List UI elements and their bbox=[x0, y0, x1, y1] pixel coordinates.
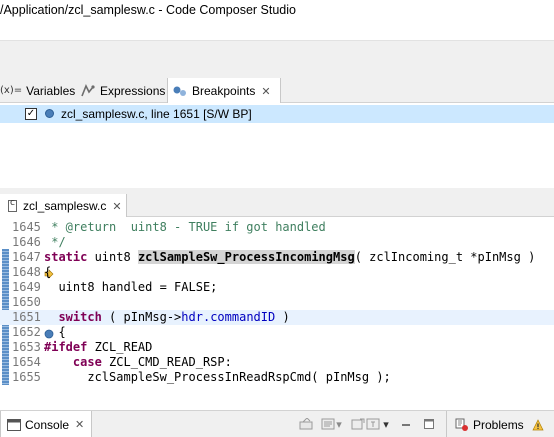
code-text: static uint8 zclSampleSw_ProcessIncoming… bbox=[44, 250, 535, 265]
keyword: #ifdef bbox=[44, 340, 88, 354]
code-line: 1655 zclSampleSw_ProcessInReadRspCmd( pI… bbox=[0, 370, 554, 385]
code-fragment: ZCL_CMD_READ_RSP: bbox=[101, 355, 232, 369]
line-number: 1645 bbox=[12, 220, 41, 234]
close-icon[interactable]: ✕ bbox=[112, 200, 121, 213]
code-text: uint8 handled = FALSE; bbox=[44, 280, 218, 294]
tab-problems[interactable]: Problems bbox=[446, 411, 554, 437]
line-number: 1648 bbox=[12, 265, 41, 279]
code-fragment: ( pInMsg-> bbox=[101, 310, 182, 324]
code-text: * @return uint8 - TRUE if got handled bbox=[44, 220, 326, 234]
tab-editor-file[interactable]: zcl_samplesw.c ✕ bbox=[0, 194, 127, 218]
editor-tab-label: zcl_samplesw.c bbox=[23, 199, 107, 213]
keyword: switch bbox=[58, 310, 102, 324]
code-fragment: ) bbox=[275, 310, 290, 324]
tab-variables-label: Variables bbox=[26, 83, 76, 98]
code-text: { bbox=[44, 325, 66, 339]
variables-icon: (x)= bbox=[0, 85, 23, 96]
line-number: 1650 bbox=[12, 295, 41, 309]
main-toolbar bbox=[0, 40, 554, 78]
tab-variables[interactable]: (x)= Variables bbox=[0, 78, 75, 103]
problems-icon bbox=[455, 418, 469, 432]
window-title: /Application/zcl_samplesw.c - Code Compo… bbox=[0, 3, 296, 17]
line-number: 1647 bbox=[12, 250, 41, 264]
checkmark-icon: ✓ bbox=[26, 108, 36, 119]
code-line: 1653 #ifdef ZCL_READ bbox=[0, 340, 554, 355]
tab-expressions[interactable]: Expressions bbox=[80, 78, 165, 103]
views-tabbar: (x)= Variables Expressions Breakpoints ✕ bbox=[0, 78, 554, 104]
field-name: hdr.commandID bbox=[181, 310, 276, 324]
tab-breakpoints[interactable]: Breakpoints ✕ bbox=[167, 78, 281, 104]
line-number: 1651 bbox=[12, 310, 41, 324]
editor-tabbar: zcl_samplesw.c ✕ bbox=[0, 194, 554, 218]
c-file-icon bbox=[8, 198, 17, 212]
code-line: 1645 * @return uint8 - TRUE if got handl… bbox=[0, 220, 554, 235]
code-line: 1652 { bbox=[0, 325, 554, 340]
code-text: switch ( pInMsg->hdr.commandID ) bbox=[44, 310, 290, 325]
function-name: zclSampleSw_ProcessIncomingMsg bbox=[137, 250, 355, 264]
breakpoint-row[interactable]: ✓ zcl_samplesw.c, line 1651 [S/W BP] bbox=[0, 105, 554, 123]
code-line: 1647 static uint8 zclSampleSw_ProcessInc… bbox=[0, 250, 554, 279]
keyword: case bbox=[72, 355, 102, 369]
chevron-down-icon[interactable]: ▾ bbox=[381, 417, 391, 431]
breakpoint-marker-icon[interactable] bbox=[1, 313, 54, 339]
breakpoint-checkbox[interactable]: ✓ bbox=[25, 108, 37, 120]
code-text: */ bbox=[44, 235, 66, 249]
code-text: { bbox=[44, 265, 52, 279]
code-fragment: ZCL_READ bbox=[87, 340, 153, 354]
bottom-panel-bar: Console ✕ ▾ ▾ Problems bbox=[0, 410, 554, 437]
tab-problems-label: Problems bbox=[473, 417, 524, 432]
warning-icon bbox=[532, 418, 544, 431]
maximize-icon[interactable] bbox=[421, 417, 437, 431]
code-line: 1654 case ZCL_CMD_READ_RSP: bbox=[0, 355, 554, 370]
code-line: 1649 uint8 handled = FALSE; bbox=[0, 280, 554, 295]
line-number: 1654 bbox=[12, 355, 41, 369]
code-text: #ifdef ZCL_READ bbox=[44, 340, 152, 355]
keyword: static bbox=[44, 250, 88, 264]
code-fragment: uint8 bbox=[87, 250, 138, 264]
current-line-arrow-icon bbox=[1, 253, 54, 279]
expressions-icon bbox=[80, 83, 96, 98]
line-number: 1646 bbox=[12, 235, 41, 249]
breakpoint-label: zcl_samplesw.c, line 1651 [S/W BP] bbox=[61, 107, 252, 121]
breakpoints-view: ✓ zcl_samplesw.c, line 1651 [S/W BP] bbox=[0, 103, 554, 188]
close-icon[interactable]: ✕ bbox=[261, 85, 270, 98]
line-number: 1649 bbox=[12, 280, 41, 294]
title-bar: /Application/zcl_samplesw.c - Code Compo… bbox=[0, 0, 554, 40]
breakpoint-icon bbox=[45, 109, 54, 118]
line-number: 1655 bbox=[12, 370, 41, 384]
tab-expressions-label: Expressions bbox=[100, 83, 166, 98]
minimize-icon[interactable] bbox=[398, 417, 414, 431]
open-console-icon[interactable] bbox=[350, 417, 366, 431]
console-icon bbox=[7, 418, 21, 431]
line-number: 1652 bbox=[12, 325, 41, 339]
code-text: zclSampleSw_ProcessInReadRspCmd( pInMsg … bbox=[44, 370, 391, 384]
code-line: 1648 { bbox=[0, 265, 554, 280]
chevron-down-icon[interactable]: ▾ bbox=[334, 417, 344, 431]
code-fragment: ( zclIncoming_t *pInMsg ) bbox=[354, 250, 536, 264]
clear-console-icon[interactable] bbox=[298, 417, 314, 431]
code-line-current: 1651 switch ( pInMsg->hdr.commandID ) bbox=[0, 310, 554, 339]
breakpoints-icon bbox=[172, 85, 188, 97]
tab-console-label: Console bbox=[25, 417, 70, 432]
close-icon[interactable]: ✕ bbox=[75, 418, 84, 431]
tab-breakpoints-label: Breakpoints bbox=[192, 84, 256, 98]
code-line: 1650 bbox=[0, 295, 554, 310]
code-line: 1646 */ bbox=[0, 235, 554, 250]
pin-console-icon[interactable] bbox=[365, 417, 381, 431]
code-text: case ZCL_CMD_READ_RSP: bbox=[44, 355, 232, 370]
code-editor[interactable]: 1645 * @return uint8 - TRUE if got handl… bbox=[0, 217, 554, 385]
line-number: 1653 bbox=[12, 340, 41, 354]
tab-console[interactable]: Console ✕ bbox=[0, 411, 92, 437]
